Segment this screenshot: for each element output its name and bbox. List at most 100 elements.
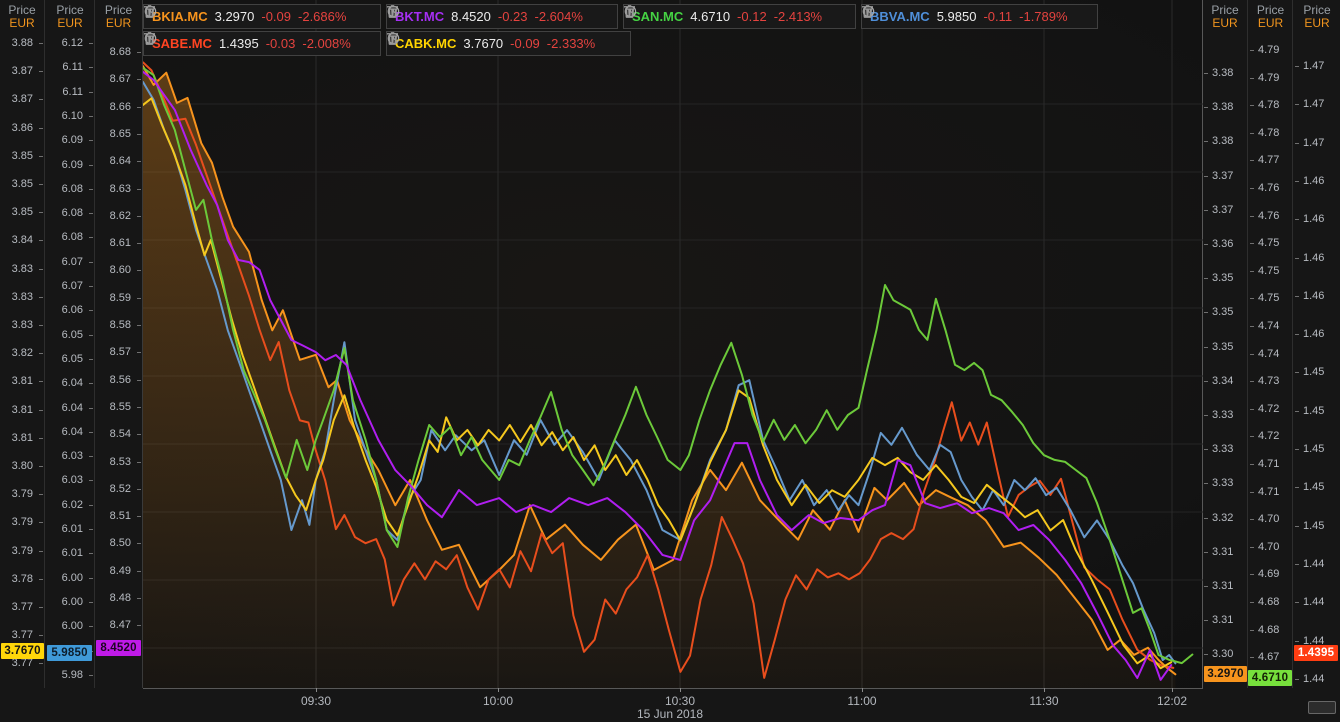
price-tick-mark [39, 635, 43, 637]
price-tick-label: 3.38 [1212, 101, 1234, 114]
legend-item-BKIA.MC[interactable]: BKIA.MC 3.2970 -0.09 -2.686% [143, 4, 381, 29]
trash-icon[interactable] [624, 5, 635, 18]
trash-icon[interactable] [387, 5, 398, 18]
price-tick-label: 4.77 [1258, 154, 1280, 167]
axis-header-currency: EUR [1257, 16, 1284, 30]
price-tick-label: 3.85 [11, 149, 33, 162]
price-tick-label: 3.85 [11, 206, 33, 219]
price-tick-label: 4.70 [1258, 540, 1280, 553]
last-price-badge: 3.2970 [1204, 666, 1247, 682]
axis-header-currency: EUR [9, 16, 35, 30]
price-chart[interactable] [143, 0, 1203, 688]
price-tick-mark [39, 522, 43, 524]
price-tick-label: 4.70 [1258, 513, 1280, 526]
price-tick-label: 6.03 [61, 450, 83, 463]
price-tick-mark [1250, 408, 1254, 410]
price-tick-mark [1250, 381, 1254, 383]
price-tick-label: 3.31 [1212, 580, 1234, 592]
legend-change-pct: -1.789% [1019, 9, 1068, 24]
price-tick-mark [1250, 188, 1254, 189]
price-tick-label: 3.81 [11, 431, 33, 444]
price-tick-mark [39, 296, 43, 298]
price-tick-label: 8.61 [109, 237, 131, 250]
price-tick-mark [1295, 563, 1299, 565]
price-tick-mark [39, 578, 43, 580]
price-tick-mark [1204, 73, 1208, 74]
price-tick-label: 4.74 [1258, 347, 1280, 360]
trash-icon[interactable] [144, 5, 155, 18]
price-tick-mark [1295, 104, 1299, 106]
price-tick-label: 3.81 [11, 403, 33, 416]
legend-item-CABK.MC[interactable]: CABK.MC 3.7670 -0.09 -2.333% [386, 31, 631, 56]
price-tick-label: 8.51 [109, 510, 131, 523]
trash-icon[interactable] [144, 32, 155, 45]
price-tick-label: 8.64 [109, 155, 131, 168]
price-tick-mark [137, 188, 141, 190]
price-tick-label: 4.74 [1258, 320, 1280, 332]
price-tick-label: 1.46 [1303, 289, 1325, 302]
legend-change-pct: -2.413% [773, 9, 823, 24]
price-tick-label: 8.66 [109, 100, 131, 113]
price-tick-mark [1250, 215, 1254, 217]
price-tick-mark [89, 431, 93, 433]
price-tick-mark [137, 488, 141, 490]
price-tick-label: 6.00 [61, 620, 83, 633]
last-price-badge: 4.6710 [1248, 670, 1292, 686]
price-tick-label: 3.77 [11, 601, 33, 613]
price-tick-mark [1204, 620, 1208, 622]
legend-change: -0.09 [261, 9, 292, 24]
price-tick-label: 4.72 [1258, 430, 1280, 443]
price-tick-mark [1295, 525, 1299, 527]
price-tick-label: 8.53 [109, 455, 131, 468]
price-tick-mark [1250, 436, 1254, 438]
price-tick-label: 1.44 [1303, 672, 1325, 685]
legend-change: -0.03 [265, 36, 296, 51]
price-tick-mark [1250, 326, 1254, 327]
legend-item-SABE.MC[interactable]: SABE.MC 1.4395 -0.03 -2.008% [143, 31, 381, 56]
price-tick-label: 4.76 [1258, 209, 1280, 222]
price-tick-label: 6.10 [61, 109, 83, 122]
time-tick-mark [862, 688, 863, 692]
price-tick-mark [1250, 105, 1254, 107]
price-tick-mark [1204, 380, 1208, 382]
time-tick-label: 11:30 [1029, 694, 1059, 708]
price-tick-label: 1.46 [1303, 174, 1325, 187]
price-tick-mark [1250, 132, 1254, 134]
price-tick-label: 3.86 [11, 121, 33, 134]
legend-item-BBVA.MC[interactable]: BBVA.MC 5.9850 -0.11 -1.789% [861, 4, 1098, 29]
price-tick-mark [1204, 415, 1208, 416]
price-tick-mark [1295, 257, 1299, 259]
price-tick-mark [1250, 50, 1254, 51]
legend-item-SAN.MC[interactable]: SAN.MC 4.6710 -0.12 -2.413% [623, 4, 856, 29]
legend-item-BKT.MC[interactable]: BKT.MC 8.4520 -0.23 -2.604% [386, 4, 618, 29]
price-tick-label: 4.78 [1258, 126, 1280, 139]
legend-ticker: BBVA.MC [870, 9, 930, 24]
price-tick-label: 5.98 [61, 668, 83, 681]
trash-icon[interactable] [862, 5, 873, 18]
price-tick-label: 1.47 [1303, 136, 1325, 149]
price-tick-label: 3.31 [1212, 614, 1234, 627]
price-tick-mark [89, 480, 93, 482]
corner-button[interactable] [1308, 701, 1336, 714]
price-tick-mark [39, 325, 43, 326]
price-tick-mark [89, 91, 93, 93]
price-tick-label: 8.58 [109, 319, 131, 331]
price-tick-mark [39, 409, 43, 411]
price-tick-mark [89, 164, 93, 166]
axis-separator [1292, 0, 1293, 688]
price-tick-mark [89, 553, 93, 555]
price-tick-mark [1295, 295, 1299, 297]
price-tick-label: 3.83 [11, 262, 33, 275]
legend-ticker: SABE.MC [152, 36, 212, 51]
price-tick-mark [137, 297, 141, 299]
price-tick-mark [89, 358, 93, 360]
price-tick-label: 6.00 [61, 571, 83, 584]
price-tick-label: 1.44 [1303, 596, 1325, 609]
axis-separator [1247, 0, 1248, 688]
trash-icon[interactable] [387, 32, 398, 45]
price-tick-label: 1.45 [1303, 481, 1325, 494]
legend-price: 4.6710 [690, 9, 731, 24]
price-tick-mark [39, 99, 43, 101]
price-tick-label: 4.79 [1258, 71, 1280, 84]
price-tick-label: 6.04 [61, 377, 83, 390]
